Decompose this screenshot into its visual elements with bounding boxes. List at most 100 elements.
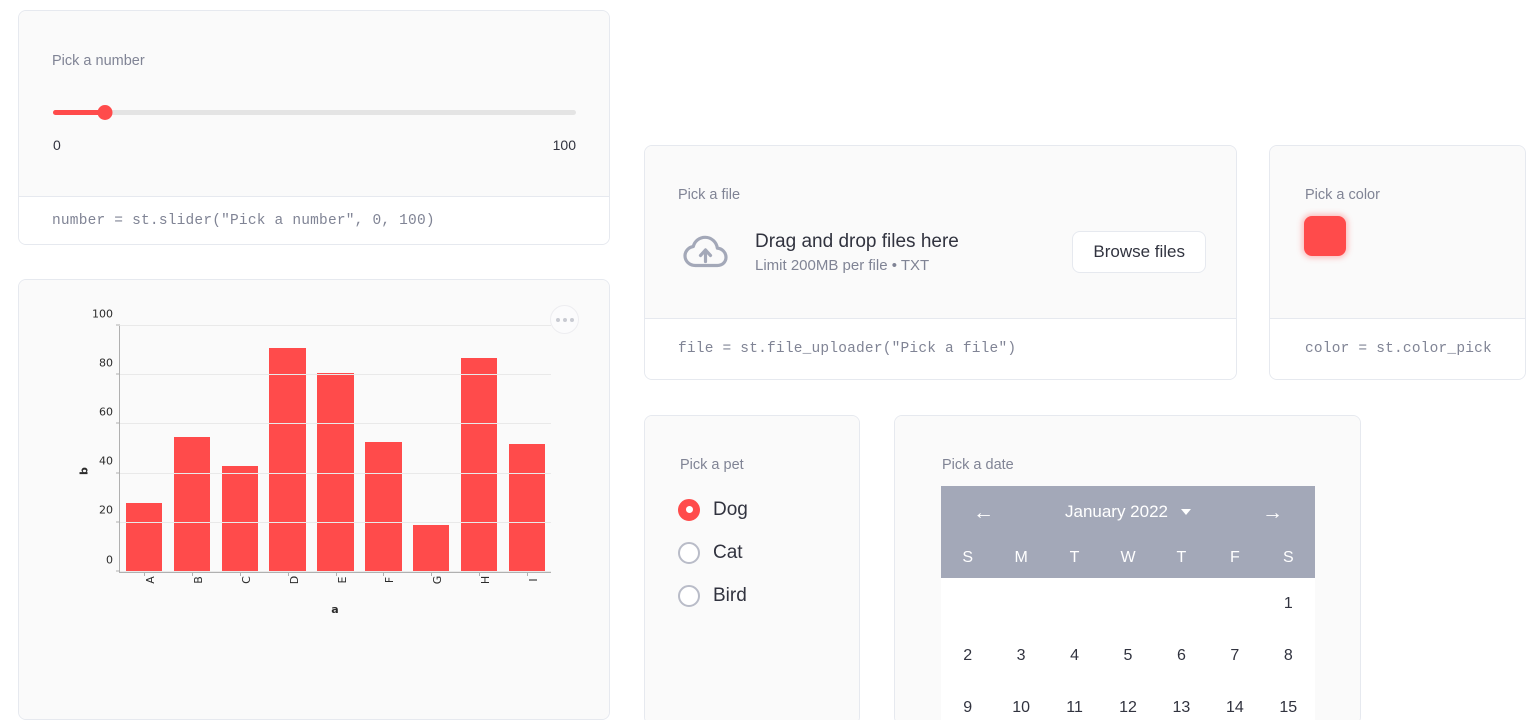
file-dropzone[interactable]: Drag and drop files here Limit 200MB per… bbox=[678, 218, 1206, 286]
calendar-weekday: T bbox=[1048, 549, 1101, 567]
radio-option-bird[interactable]: Bird bbox=[678, 574, 748, 617]
chevron-down-icon[interactable] bbox=[1181, 509, 1191, 515]
date-picker-card: Pick a date ← January 2022 → SMTWTFS 123… bbox=[894, 415, 1361, 720]
calendar-month-selector[interactable]: January 2022 bbox=[1065, 502, 1191, 522]
chart-gridline bbox=[120, 325, 551, 326]
calendar-day-cell[interactable]: 14 bbox=[1208, 682, 1261, 720]
calendar-day-cell[interactable]: 11 bbox=[1048, 682, 1101, 720]
calendar-day-cell[interactable]: 1 bbox=[1262, 578, 1315, 630]
chart-y-axis-title: b bbox=[77, 467, 90, 475]
slider-min-label: 0 bbox=[53, 137, 61, 153]
calendar-empty-cell bbox=[941, 578, 994, 630]
calendar-nav: ← January 2022 → bbox=[941, 486, 1315, 538]
radio-group-label: Pick a pet bbox=[680, 458, 744, 473]
chart-x-tick-mark bbox=[527, 572, 528, 576]
browse-files-button[interactable]: Browse files bbox=[1072, 231, 1206, 273]
calendar-weekday: W bbox=[1101, 549, 1154, 567]
chart-bar[interactable] bbox=[174, 437, 210, 572]
calendar-day-cell[interactable]: 4 bbox=[1048, 630, 1101, 682]
calendar-day-cell[interactable]: 2 bbox=[941, 630, 994, 682]
chart-x-tick-mark bbox=[336, 572, 337, 576]
bar-chart-card: b ABCDEFGHI 020406080100 a bbox=[18, 279, 610, 720]
file-uploader-card: Pick a file Drag and drop files here Lim… bbox=[644, 145, 1237, 380]
chart-y-tick-label: 40 bbox=[99, 455, 113, 468]
chart-y-tick-mark bbox=[116, 325, 120, 326]
chart-x-tick-label: D bbox=[288, 576, 301, 584]
radio-unchecked-icon[interactable] bbox=[678, 542, 700, 564]
bar-chart-body: b ABCDEFGHI 020406080100 a bbox=[19, 280, 609, 719]
slider-thumb[interactable] bbox=[98, 105, 113, 120]
bar-chart: b ABCDEFGHI 020406080100 a bbox=[91, 326, 551, 616]
chart-bar[interactable] bbox=[509, 444, 545, 572]
calendar-day-cell[interactable]: 6 bbox=[1155, 630, 1208, 682]
file-uploader-code-snippet: file = st.file_uploader("Pick a file") bbox=[645, 318, 1236, 379]
slider-widget-body: Pick a number 0 100 bbox=[19, 11, 609, 196]
color-picker-code-snippet: color = st.color_pick bbox=[1270, 318, 1525, 379]
slider-range-labels: 0 100 bbox=[53, 137, 576, 153]
calendar-day-cell[interactable]: 9 bbox=[941, 682, 994, 720]
color-picker-label: Pick a color bbox=[1305, 188, 1380, 203]
calendar-empty-cell bbox=[1155, 578, 1208, 630]
dropzone-text: Drag and drop files here Limit 200MB per… bbox=[755, 230, 1072, 274]
chart-y-tick-label: 20 bbox=[99, 504, 113, 517]
chart-x-tick-label: I bbox=[527, 578, 540, 581]
calendar-weekday: M bbox=[994, 549, 1047, 567]
radio-option-label: Bird bbox=[713, 585, 747, 607]
calendar-day-cell[interactable]: 5 bbox=[1101, 630, 1154, 682]
ellipsis-icon[interactable] bbox=[550, 305, 579, 334]
calendar-weekday: T bbox=[1155, 549, 1208, 567]
arrow-left-icon[interactable]: ← bbox=[973, 502, 994, 523]
radio-option-cat[interactable]: Cat bbox=[678, 531, 748, 574]
chart-bar[interactable] bbox=[365, 442, 401, 572]
arrow-right-icon[interactable]: → bbox=[1262, 502, 1283, 523]
chart-y-tick-label: 60 bbox=[99, 405, 113, 418]
chart-bar[interactable] bbox=[461, 358, 497, 572]
color-swatch-button[interactable] bbox=[1304, 216, 1346, 256]
chart-bar-slot: G bbox=[407, 326, 455, 572]
radio-option-label: Cat bbox=[713, 542, 743, 564]
chart-gridline bbox=[120, 473, 551, 474]
chart-y-tick-mark bbox=[116, 521, 120, 522]
calendar-day-cell[interactable]: 12 bbox=[1101, 682, 1154, 720]
calendar-day-cell[interactable]: 3 bbox=[994, 630, 1047, 682]
calendar-day-cell[interactable]: 13 bbox=[1155, 682, 1208, 720]
chart-bar-slot: D bbox=[264, 326, 312, 572]
slider-label: Pick a number bbox=[52, 54, 145, 69]
slider-max-label: 100 bbox=[553, 137, 576, 153]
number-slider[interactable] bbox=[53, 103, 576, 123]
chart-x-tick-label: E bbox=[336, 577, 349, 584]
chart-bar[interactable] bbox=[269, 348, 305, 572]
chart-y-tick-label: 80 bbox=[99, 356, 113, 369]
calendar: ← January 2022 → SMTWTFS 123456789101112… bbox=[941, 486, 1315, 720]
radio-option-dog[interactable]: Dog bbox=[678, 488, 748, 531]
calendar-month-year: January 2022 bbox=[1065, 502, 1168, 522]
calendar-weekday: S bbox=[1262, 549, 1315, 567]
calendar-day-cell[interactable]: 8 bbox=[1262, 630, 1315, 682]
slider-rail[interactable] bbox=[53, 110, 576, 115]
radio-widget-card: Pick a pet Dog Cat Bird bbox=[644, 415, 860, 720]
radio-group: Dog Cat Bird bbox=[678, 488, 748, 617]
chart-bar[interactable] bbox=[126, 503, 162, 572]
chart-x-tick-label: A bbox=[144, 576, 157, 584]
chart-gridline bbox=[120, 423, 551, 424]
calendar-day-cell[interactable]: 15 bbox=[1262, 682, 1315, 720]
calendar-day-cell[interactable]: 7 bbox=[1208, 630, 1261, 682]
chart-x-tick-label: H bbox=[479, 576, 492, 584]
chart-bar-slot: A bbox=[120, 326, 168, 572]
chart-bar[interactable] bbox=[413, 525, 449, 572]
radio-unchecked-icon[interactable] bbox=[678, 585, 700, 607]
calendar-header: ← January 2022 → SMTWTFS bbox=[941, 486, 1315, 578]
calendar-empty-cell bbox=[1048, 578, 1101, 630]
calendar-weekday: S bbox=[941, 549, 994, 567]
chart-y-tick-label: 0 bbox=[106, 553, 113, 566]
chart-x-tick-label: G bbox=[431, 576, 444, 585]
calendar-day-cell[interactable]: 10 bbox=[994, 682, 1047, 720]
radio-checked-icon[interactable] bbox=[678, 499, 700, 521]
radio-widget-body: Pick a pet Dog Cat Bird bbox=[645, 416, 859, 720]
chart-bar[interactable] bbox=[222, 466, 258, 572]
chart-plot-area: ABCDEFGHI 020406080100 bbox=[119, 326, 551, 573]
chart-bar-slot: F bbox=[359, 326, 407, 572]
chart-y-tick-mark bbox=[116, 423, 120, 424]
chart-gridline bbox=[120, 522, 551, 523]
radio-option-label: Dog bbox=[713, 499, 748, 521]
